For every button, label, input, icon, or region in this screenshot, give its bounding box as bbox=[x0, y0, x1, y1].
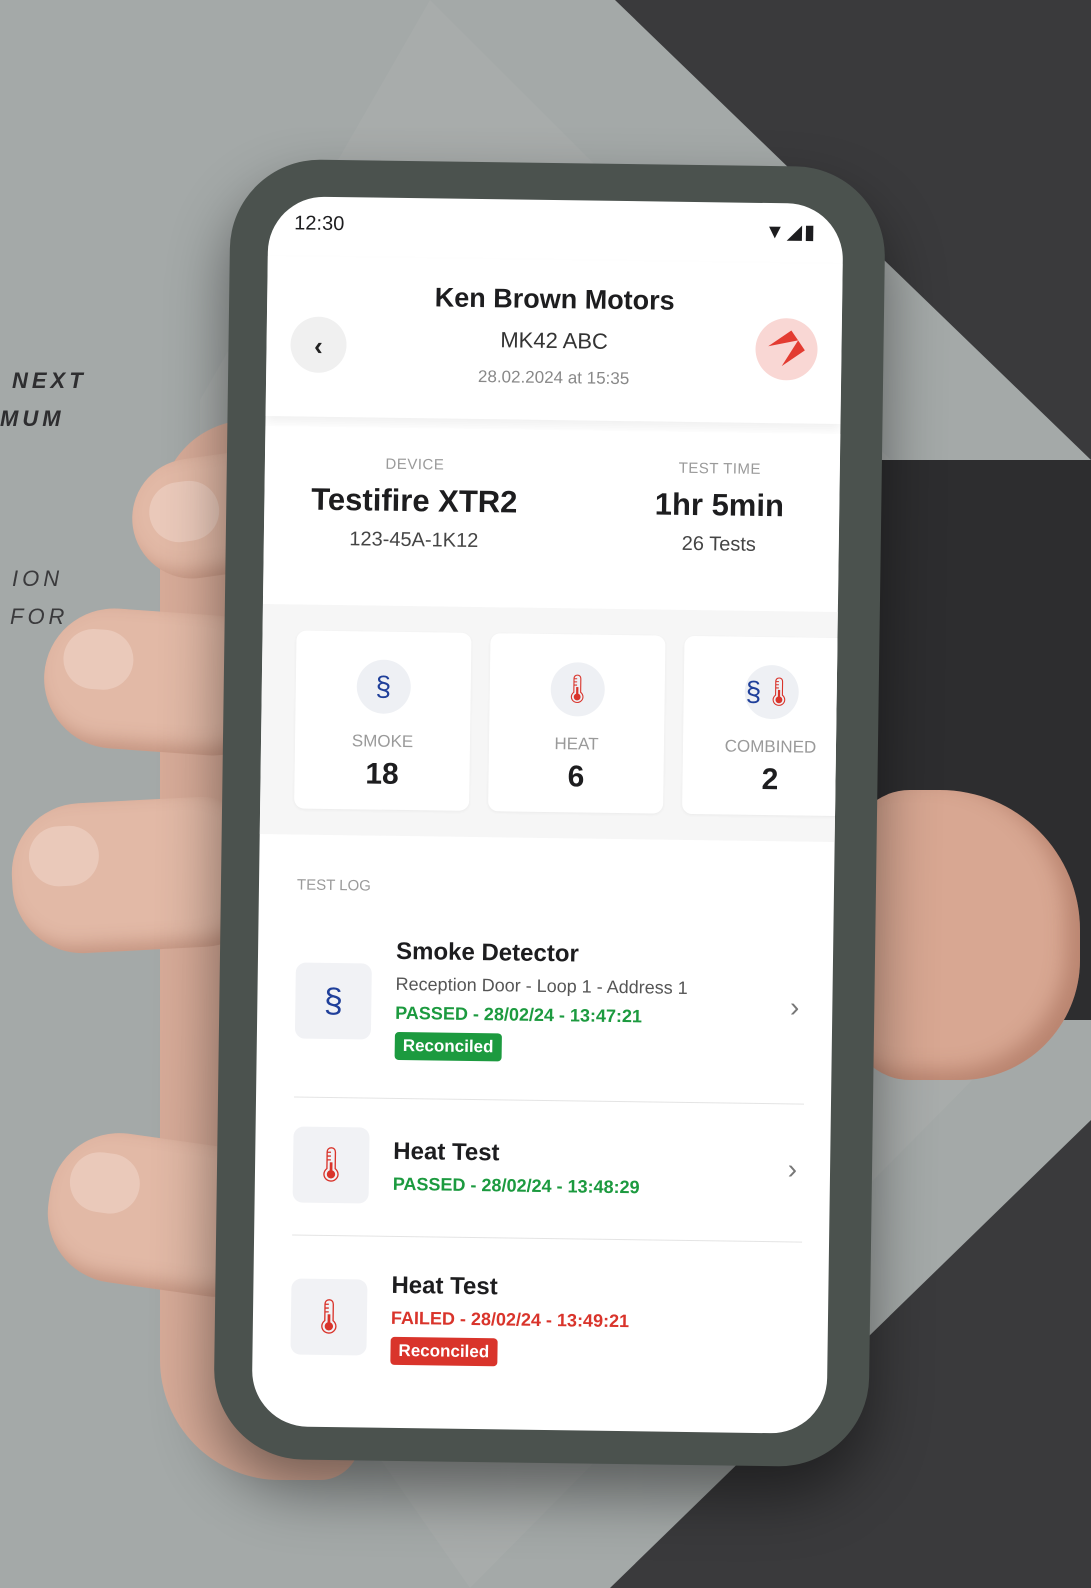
device-name: Testifire XTR2 bbox=[311, 481, 518, 520]
thermometer-icon: 🌡 bbox=[290, 1278, 368, 1356]
log-item-location: Reception Door - Loop 1 - Address 1 bbox=[395, 973, 688, 998]
thermometer-icon: 🌡 bbox=[292, 1126, 370, 1204]
log-item-name: Heat Test bbox=[393, 1137, 500, 1167]
smoke-icon: § bbox=[355, 659, 411, 715]
test-count: 26 Tests bbox=[681, 532, 757, 556]
log-item-smoke-detector[interactable]: § Smoke Detector Reception Door - Loop 1… bbox=[294, 937, 806, 1074]
reconciled-badge: Reconciled bbox=[394, 1031, 502, 1062]
device-info: DEVICE Testifire XTR2 123-45A-1K12 TEST … bbox=[263, 426, 841, 605]
status-bar: 12:30 ▼◢▮ bbox=[294, 212, 817, 247]
smoke-detector-icon: § bbox=[294, 962, 372, 1040]
log-item-text: Heat Test FAILED - 28/02/24 - 13:49:21 R… bbox=[390, 1272, 629, 1368]
side-text-1: NEXT bbox=[12, 368, 87, 393]
divider bbox=[294, 1096, 804, 1105]
card-smoke[interactable]: § SMOKE 18 bbox=[294, 630, 472, 811]
side-text-2: MUM bbox=[0, 406, 65, 431]
log-item-name: Smoke Detector bbox=[395, 937, 579, 968]
page-title: Ken Brown Motors bbox=[434, 282, 675, 316]
card-label: COMBINED bbox=[724, 736, 817, 757]
card-heat[interactable]: 🌡 HEAT 6 bbox=[488, 633, 666, 814]
card-combined[interactable]: §🌡 COMBINED 2 bbox=[682, 635, 844, 817]
summary-cards: § SMOKE 18 🌡 HEAT 6 §🌡 COMBINED 2 bbox=[259, 604, 844, 843]
phone-screen: 12:30 ▼◢▮ ‹ Ken Brown Motors MK42 ABC 28… bbox=[251, 196, 844, 1434]
card-count: 2 bbox=[761, 762, 779, 797]
log-item-heat-test-1[interactable]: 🌡 Heat Test PASSED - 28/02/24 - 13:48:29… bbox=[292, 1126, 803, 1223]
divider bbox=[292, 1234, 803, 1243]
side-text-3: ION bbox=[12, 566, 64, 591]
card-count: 6 bbox=[567, 760, 585, 794]
chevron-right-icon[interactable]: › bbox=[788, 1153, 798, 1185]
reconciled-badge: Reconciled bbox=[390, 1336, 498, 1367]
page-header: ‹ Ken Brown Motors MK42 ABC 28.02.2024 a… bbox=[265, 256, 843, 425]
card-label: HEAT bbox=[554, 734, 599, 754]
chevron-right-icon[interactable]: › bbox=[790, 991, 800, 1023]
heat-icon: 🌡 bbox=[549, 662, 605, 717]
send-icon bbox=[768, 330, 805, 367]
log-item-heat-test-2[interactable]: 🌡 Heat Test FAILED - 28/02/24 - 13:49:21… bbox=[290, 1270, 802, 1397]
device-serial: 123-45A-1K12 bbox=[349, 528, 479, 553]
log-item-name: Heat Test bbox=[391, 1271, 498, 1301]
test-date: 28.02.2024 at 15:35 bbox=[477, 366, 630, 389]
device-label: DEVICE bbox=[385, 455, 445, 474]
log-item-status: PASSED - 28/02/24 - 13:47:21 bbox=[395, 1002, 643, 1027]
test-time-label: TEST TIME bbox=[678, 459, 762, 478]
combined-icon: §🌡 bbox=[743, 664, 799, 720]
status-time: 12:30 bbox=[294, 212, 345, 236]
log-item-status: PASSED - 28/02/24 - 13:48:29 bbox=[392, 1173, 640, 1198]
test-time-value: 1hr 5min bbox=[654, 486, 785, 524]
log-item-status: FAILED - 28/02/24 - 13:49:21 bbox=[390, 1307, 630, 1332]
device-column: DEVICE Testifire XTR2 123-45A-1K12 bbox=[284, 454, 545, 554]
log-item-text: Heat Test PASSED - 28/02/24 - 13:48:29 bbox=[393, 1138, 641, 1198]
test-log-title: TEST LOG bbox=[296, 876, 372, 895]
card-count: 18 bbox=[365, 757, 399, 791]
side-text-4: FOR bbox=[10, 604, 69, 629]
test-time-column: TEST TIME 1hr 5min 26 Tests bbox=[594, 459, 844, 558]
signal-battery-icon: ▼◢▮ bbox=[764, 220, 818, 244]
card-label: SMOKE bbox=[351, 731, 414, 752]
log-item-text: Smoke Detector Reception Door - Loop 1 -… bbox=[394, 937, 689, 1064]
